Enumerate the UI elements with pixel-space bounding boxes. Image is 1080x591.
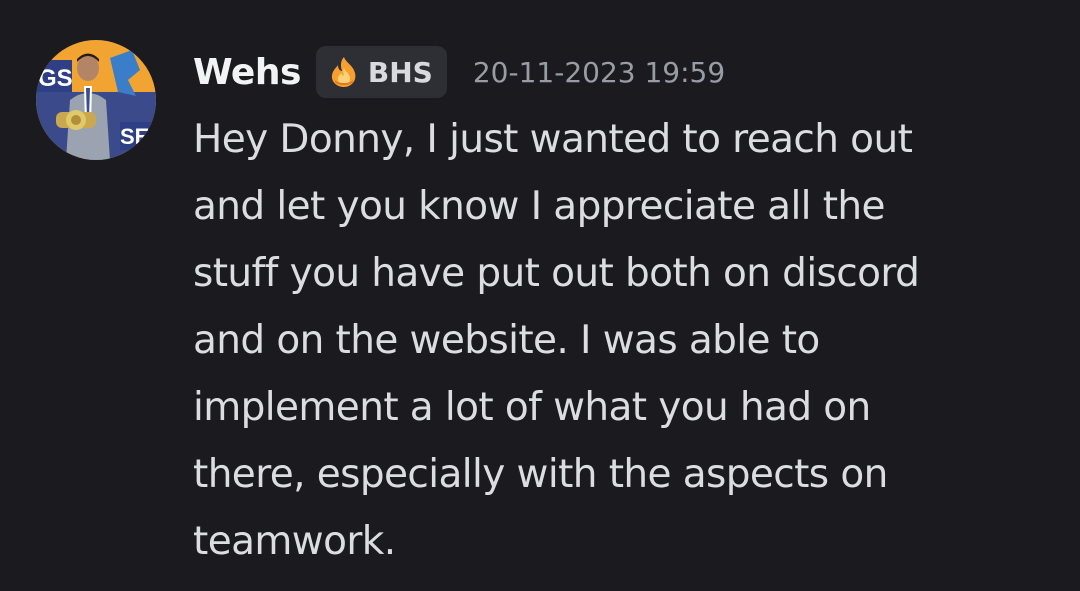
username[interactable]: Wehs: [193, 52, 301, 93]
message-timestamp: 20-11-2023 19:59: [472, 55, 726, 89]
user-avatar[interactable]: GS SE: [36, 40, 156, 160]
flame-icon: [326, 54, 362, 90]
server-tag-label: BHS: [367, 55, 433, 89]
chat-message: GS SE Wehs BHS 20-11-2023 19:59 Hey Donn…: [0, 0, 1080, 591]
svg-text:SE: SE: [120, 124, 149, 149]
message-content: Hey Donny, I just wanted to reach out an…: [193, 117, 920, 564]
message-header: Wehs BHS 20-11-2023 19:59: [193, 44, 725, 100]
svg-text:GS: GS: [38, 65, 73, 92]
server-tag[interactable]: BHS: [315, 46, 447, 98]
